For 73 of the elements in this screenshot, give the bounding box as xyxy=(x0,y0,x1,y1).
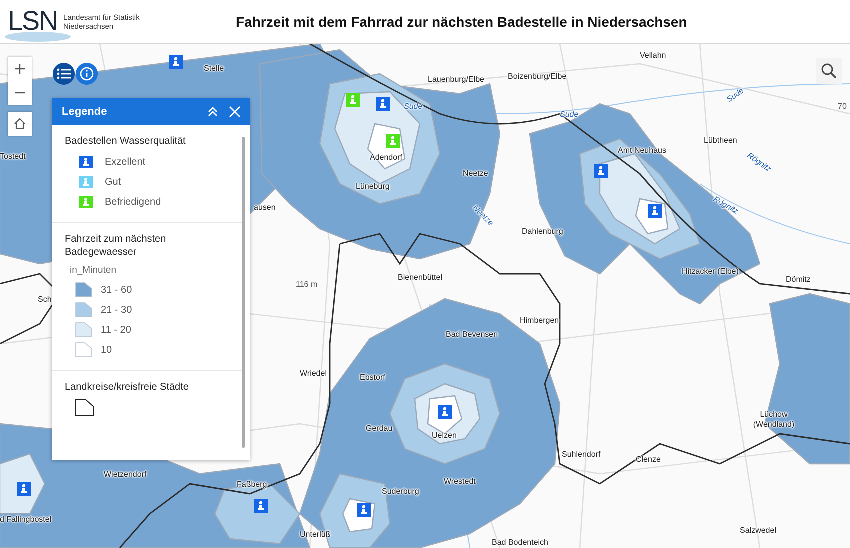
page-title: Fahrzeit mit dem Fahrrad zur nächsten Badestelle in Niedersachsen xyxy=(235,14,688,30)
elevation-label: 116 m xyxy=(296,280,318,290)
plus-icon xyxy=(15,64,25,74)
legend-item-label: Befriedigend xyxy=(105,196,162,208)
boundary-swatch-icon xyxy=(75,399,95,417)
legend-field-name: in_Minuten xyxy=(70,265,118,276)
place-label: Clenze xyxy=(636,455,661,465)
place-label: Wriedel xyxy=(300,369,327,379)
place-label: Lauenburg/Elbe xyxy=(428,75,484,85)
place-label: Suderburg xyxy=(382,487,420,497)
legend-item-label: Exzellent xyxy=(105,156,146,168)
place-label: Himbergen xyxy=(520,316,560,326)
logo-text: LSN xyxy=(8,6,58,37)
bathing-site-icon[interactable] xyxy=(169,55,183,69)
logo-swoosh-icon xyxy=(4,30,72,44)
legend-section-title: Fahrzeit zum nächsten Badegewaesser xyxy=(65,233,168,259)
place-label: Bad Bevensen xyxy=(446,330,498,340)
river-label: Sude xyxy=(404,102,423,112)
place-label: Vellahn xyxy=(640,51,666,61)
bathing-site-icon[interactable] xyxy=(17,482,31,496)
scrollbar[interactable] xyxy=(242,137,245,448)
search-button[interactable] xyxy=(816,58,842,84)
place-label: Tostedt xyxy=(0,152,26,162)
list-icon xyxy=(57,68,71,80)
bathing-site-icon[interactable] xyxy=(357,503,371,517)
place-label: Bad Bodenteich xyxy=(492,538,548,548)
area-swatch-icon xyxy=(75,342,93,358)
place-label: Faßberg xyxy=(237,480,268,490)
place-label: d Fallingbostel xyxy=(0,515,52,525)
place-label: Sch xyxy=(38,295,52,305)
info-icon xyxy=(80,67,94,81)
river-label: Sude xyxy=(560,110,579,120)
close-icon xyxy=(229,106,241,118)
bathing-site-icon[interactable] xyxy=(594,164,608,178)
area-swatch-icon xyxy=(75,302,93,318)
legend-item-label: 31 - 60 xyxy=(101,284,132,296)
place-label: Bienenbüttel xyxy=(398,273,442,283)
place-label: Salzwedel xyxy=(740,526,776,536)
place-label: Lübtheen xyxy=(704,136,738,146)
place-label: Ebstorf xyxy=(360,373,386,383)
area-swatch-icon xyxy=(75,282,93,298)
place-label: Hitzacker (Elbe) xyxy=(682,267,739,277)
home-button[interactable] xyxy=(8,112,32,136)
legend-item-label: 11 - 20 xyxy=(101,324,132,336)
river-label: Sude xyxy=(725,86,746,106)
legend-item-label: 21 - 30 xyxy=(101,304,132,316)
place-label: Adendorf xyxy=(370,153,402,163)
place-label: Suhlendorf xyxy=(562,450,601,460)
legend-section-title: Landkreise/kreisfreie Städte xyxy=(65,381,190,394)
legend-section-title: Badestellen Wasserqualität xyxy=(65,135,187,148)
place-label: Lüneburg xyxy=(356,182,390,192)
home-icon xyxy=(14,118,26,130)
zoom-in-button[interactable] xyxy=(8,57,32,81)
place-label: Boizenburg/Elbe xyxy=(508,72,567,82)
place-label: ausen xyxy=(254,203,276,213)
elevation-label: 70 xyxy=(838,102,847,112)
legend-item-label: Gut xyxy=(105,176,122,188)
bathing-site-icon[interactable] xyxy=(648,204,662,218)
bathing-site-icon[interactable] xyxy=(376,97,390,111)
place-label: Uelzen xyxy=(432,431,457,441)
place-label: Dömitz xyxy=(786,275,811,285)
area-swatch-icon xyxy=(75,322,93,338)
search-icon xyxy=(821,63,837,79)
legend-title: Legende xyxy=(62,106,108,118)
place-label: Gerdau xyxy=(366,424,393,434)
legend-item-label: 10 xyxy=(101,344,112,356)
bathing-site-icon[interactable] xyxy=(254,499,268,513)
place-label: Stelle xyxy=(204,64,224,74)
double-chevron-up-icon xyxy=(207,106,219,118)
place-label: Neetze xyxy=(463,169,488,179)
bathing-site-icon[interactable] xyxy=(438,405,452,419)
place-label: Wietzendorf xyxy=(104,470,147,480)
place-label: Wrestedt xyxy=(444,477,476,487)
